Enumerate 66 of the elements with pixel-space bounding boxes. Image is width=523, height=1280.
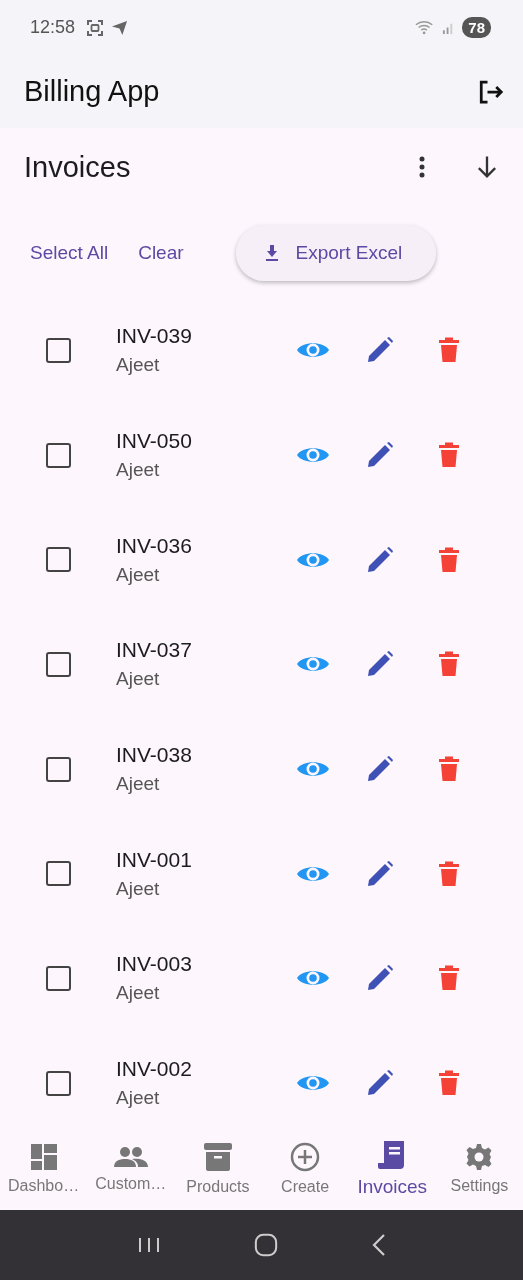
invoice-number: INV-038 — [116, 743, 193, 768]
customer-name: Ajeet — [116, 668, 161, 691]
back-icon[interactable] — [372, 1233, 387, 1257]
edit-icon[interactable] — [366, 336, 394, 365]
edit-icon[interactable] — [366, 441, 394, 470]
checkbox[interactable] — [46, 861, 71, 887]
invoice-number: INV-039 — [116, 324, 193, 349]
settings-tab[interactable]: Settings — [435, 1143, 523, 1195]
products-tab[interactable]: Products — [174, 1142, 262, 1196]
customer-name: Ajeet — [116, 354, 161, 377]
screenshot-icon — [86, 18, 105, 37]
invoice-number: INV-002 — [116, 1057, 193, 1082]
more-icon[interactable] — [419, 156, 425, 178]
invoice-number: INV-003 — [116, 952, 193, 977]
edit-icon[interactable] — [366, 650, 394, 679]
invoices-tab[interactable]: Invoices — [348, 1140, 436, 1198]
recent-apps-icon[interactable] — [136, 1237, 161, 1253]
customer-name: Ajeet — [116, 877, 161, 900]
customer-name: Ajeet — [116, 982, 161, 1005]
checkbox[interactable] — [46, 547, 71, 573]
add-circle-icon — [290, 1142, 321, 1172]
customer-name: Ajeet — [116, 459, 161, 482]
settings-icon — [465, 1143, 494, 1171]
delete-icon[interactable] — [438, 337, 460, 364]
home-icon[interactable] — [254, 1233, 279, 1257]
customer-name: Ajeet — [116, 1087, 161, 1110]
receipt-icon — [378, 1140, 407, 1170]
edit-icon[interactable] — [366, 545, 394, 574]
page-title: Invoices — [24, 150, 132, 184]
select-all-button[interactable]: Select All — [24, 232, 127, 274]
checkbox[interactable] — [46, 756, 71, 782]
checkbox[interactable] — [46, 965, 71, 991]
checkbox[interactable] — [46, 651, 71, 677]
delete-icon[interactable] — [438, 965, 460, 992]
download-icon — [263, 244, 280, 262]
delete-icon[interactable] — [438, 442, 460, 469]
customer-name: Ajeet — [116, 773, 161, 796]
delete-icon[interactable] — [438, 756, 460, 783]
status-time: 12:58 — [30, 17, 76, 38]
dashboard-tab[interactable]: Dashbo… — [0, 1143, 88, 1195]
delete-icon[interactable] — [438, 1070, 460, 1097]
edit-icon[interactable] — [366, 1069, 394, 1098]
battery-level: 78 — [462, 17, 491, 38]
dashboard-icon — [29, 1143, 58, 1171]
delete-icon[interactable] — [438, 651, 460, 678]
delete-icon[interactable] — [438, 546, 460, 573]
invoice-number: INV-037 — [116, 638, 193, 663]
clear-button[interactable]: Clear — [132, 232, 202, 274]
send-icon — [111, 19, 129, 36]
customer-name: Ajeet — [116, 563, 161, 586]
create-tab[interactable]: Create — [261, 1142, 349, 1196]
invoice-number: INV-036 — [116, 533, 193, 558]
invoice-number: INV-050 — [116, 429, 193, 454]
checkbox[interactable] — [46, 442, 71, 468]
app-title: Billing App — [24, 75, 160, 108]
export-excel-button[interactable]: Export Excel — [235, 225, 437, 281]
people-icon — [113, 1145, 148, 1169]
edit-icon[interactable] — [366, 755, 394, 784]
customers-tab[interactable]: Custom… — [87, 1145, 175, 1193]
checkbox[interactable] — [46, 1070, 71, 1096]
invoice-number: INV-001 — [116, 847, 193, 872]
checkbox[interactable] — [46, 337, 71, 363]
edit-icon[interactable] — [366, 964, 394, 993]
edit-icon[interactable] — [366, 859, 394, 888]
archive-box-icon — [202, 1142, 233, 1172]
delete-icon[interactable] — [438, 860, 460, 887]
